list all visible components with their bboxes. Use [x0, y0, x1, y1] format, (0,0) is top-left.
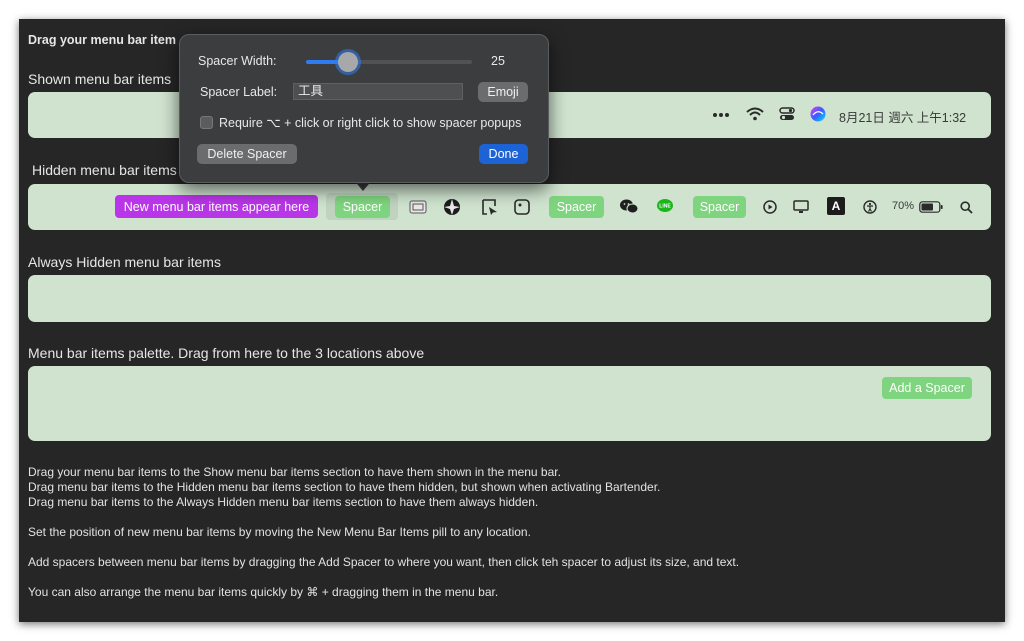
wechat-icon[interactable] [618, 196, 640, 216]
always-hidden-section-heading: Always Hidden menu bar items [28, 254, 221, 270]
siri-icon[interactable] [808, 105, 828, 123]
top-instruction-heading: Drag your menu bar item [28, 33, 176, 47]
shown-section-heading: Shown menu bar items [28, 71, 172, 87]
new-menu-bar-items-pill[interactable]: New menu bar items appear here [115, 195, 318, 218]
spacer-width-slider-track[interactable] [306, 52, 472, 72]
spacer-width-value: 25 [491, 54, 505, 68]
spacer-settings-popup: Spacer Width: 25 Spacer Label: Emoji Req… [179, 34, 549, 183]
app-square-icon[interactable] [512, 197, 532, 217]
add-spacer-button[interactable]: Add a Spacer [882, 377, 972, 399]
spacer-width-label: Spacer Width: [198, 54, 277, 68]
bartender-preferences-window: Drag your menu bar item Shown menu bar i… [19, 19, 1005, 622]
help-line-show: Drag your menu bar items to the Show men… [28, 465, 561, 479]
done-button[interactable]: Done [479, 144, 528, 164]
wifi-icon[interactable] [745, 105, 765, 123]
always-hidden-items-zone[interactable] [28, 275, 991, 322]
input-source-icon[interactable]: A [827, 197, 845, 215]
more-dots-icon[interactable] [711, 107, 731, 123]
help-line-new-items: Set the position of new menu bar items b… [28, 525, 531, 539]
spotlight-search-icon[interactable] [956, 197, 976, 217]
spacer-pill-3[interactable]: Spacer [693, 196, 746, 218]
screenshot-tool-icon[interactable] [480, 197, 500, 217]
help-line-hidden: Drag menu bar items to the Hidden menu b… [28, 480, 661, 494]
play-circle-icon[interactable] [760, 197, 780, 217]
battery-percent: 70% [892, 200, 915, 212]
battery-icon[interactable] [918, 198, 944, 216]
spacer-pill-2[interactable]: Spacer [549, 196, 604, 218]
help-line-always-hidden: Drag menu bar items to the Always Hidden… [28, 495, 539, 509]
hidden-items-zone[interactable]: New menu bar items appear here Spacer Sp… [28, 184, 991, 230]
emoji-button[interactable]: Emoji [478, 82, 528, 102]
delete-spacer-button[interactable]: Delete Spacer [197, 144, 297, 164]
spacer-width-slider-knob[interactable] [337, 52, 358, 72]
svg-text:LINE: LINE [659, 204, 671, 210]
require-option-click-checkbox[interactable] [200, 116, 213, 129]
spacer-label-input[interactable] [293, 83, 463, 100]
require-option-click-label: Require ⌥ + click or right click to show… [219, 116, 522, 130]
line-app-icon[interactable]: LINE [655, 196, 675, 216]
palette-section-heading: Menu bar items palette. Drag from here t… [28, 345, 425, 361]
input-pad-icon[interactable] [408, 198, 428, 216]
palette-zone: Add a Spacer [28, 366, 991, 441]
spacer-label-label: Spacer Label: [200, 85, 278, 99]
display-icon[interactable] [791, 197, 811, 217]
help-line-spacers: Add spacers between menu bar items by dr… [28, 555, 740, 569]
accessibility-icon[interactable] [860, 197, 880, 217]
hidden-section-heading: Hidden menu bar items [32, 162, 177, 178]
aperture-app-icon[interactable] [442, 197, 462, 217]
control-center-icon[interactable] [777, 105, 797, 123]
help-line-cmd-drag: You can also arrange the menu bar items … [28, 585, 499, 599]
spacer-pill-1[interactable]: Spacer [335, 196, 390, 218]
datetime-clock[interactable]: 8月21日 週六 上午1:32 [839, 107, 966, 126]
